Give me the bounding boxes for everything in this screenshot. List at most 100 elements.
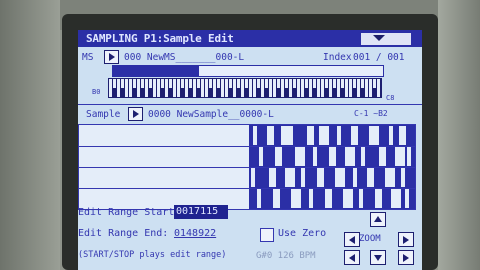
waveform-segment xyxy=(335,168,345,187)
edit-range-end-field[interactable]: 0148922 xyxy=(174,228,216,239)
keyboard-key xyxy=(109,79,112,97)
keyboard-key xyxy=(145,79,148,97)
keyboard-key xyxy=(273,79,276,97)
sample-name[interactable]: 0000 NewSample__0000-L xyxy=(148,109,274,120)
arrow-right-icon xyxy=(403,236,409,244)
keyboard-key xyxy=(169,79,172,88)
edit-range-start-value: 0017115 xyxy=(176,206,219,217)
scroll-left-button[interactable] xyxy=(344,250,360,265)
keyboard-key xyxy=(165,79,168,97)
keyboard-high-label: C8 xyxy=(386,94,395,102)
waveform-segment xyxy=(319,126,329,145)
waveform-track-divider xyxy=(79,167,415,168)
arrow-right-icon xyxy=(403,254,409,262)
waveform-segment xyxy=(291,189,301,208)
zoom-in-button[interactable] xyxy=(398,232,414,247)
tempo-display: G#0 126 BPM xyxy=(256,251,316,261)
keyboard-key xyxy=(297,79,300,97)
keyboard-key xyxy=(257,79,260,88)
waveform-segment xyxy=(329,147,336,166)
keyboard-key xyxy=(181,79,184,88)
waveform-segment xyxy=(325,189,332,208)
scroll-right-button[interactable] xyxy=(398,250,414,265)
sample-play-button[interactable] xyxy=(128,107,143,121)
waveform-segment xyxy=(309,189,313,208)
keyboard-key xyxy=(369,79,372,97)
keyboard-key xyxy=(345,79,348,97)
keyboard-key xyxy=(149,79,152,88)
keyboard-key xyxy=(353,79,356,88)
waveform-segment xyxy=(275,147,282,166)
edit-range-start-field[interactable]: 0017115 xyxy=(174,205,228,219)
waveform-segment xyxy=(295,147,305,166)
keyboard-key xyxy=(241,79,244,97)
zoom-label: ZOOM xyxy=(359,234,381,244)
use-zero-label: Use Zero xyxy=(278,228,327,239)
keyboard-key xyxy=(281,79,284,97)
waveform-segment xyxy=(401,168,405,187)
keyboard-key xyxy=(325,79,328,88)
keyboard-key xyxy=(293,79,296,88)
keyboard-key xyxy=(229,79,232,88)
waveform-segment xyxy=(351,126,358,145)
waveform-segment xyxy=(353,168,357,187)
keyboard-key xyxy=(185,79,188,97)
page-menu-button[interactable] xyxy=(361,33,411,45)
multisample-label: MS xyxy=(82,52,94,63)
keyboard-key xyxy=(117,79,120,97)
waveform-segment xyxy=(405,189,409,208)
keyboard-key xyxy=(305,79,308,88)
keyboard-key xyxy=(197,79,200,88)
keyboard-key xyxy=(301,79,304,97)
keyboard-key xyxy=(193,79,196,97)
waveform-segment xyxy=(253,126,257,145)
multisample-name[interactable]: 000 NewMS_______000-L xyxy=(124,52,244,63)
keyboard-key xyxy=(321,79,324,97)
waveform-track-divider xyxy=(79,188,415,189)
multisample-play-button[interactable] xyxy=(104,50,119,64)
waveform-segment xyxy=(289,126,293,145)
index-value[interactable]: 001 / 001 xyxy=(353,52,404,63)
divider xyxy=(78,104,422,105)
keyboard-key xyxy=(225,79,228,97)
waveform-display[interactable] xyxy=(78,124,416,210)
sample-label: Sample xyxy=(86,109,121,120)
scroll-down-button[interactable] xyxy=(370,250,386,265)
index-label: Index xyxy=(323,52,352,63)
keyboard-map[interactable] xyxy=(108,78,382,98)
scroll-up-button[interactable] xyxy=(370,212,386,227)
keyboard-key xyxy=(209,79,212,88)
keyboard-key xyxy=(113,79,116,88)
waveform-segment xyxy=(367,168,374,187)
arrow-left-icon xyxy=(349,254,355,262)
keyboard-key xyxy=(309,79,312,97)
waveform-segment xyxy=(301,168,305,187)
keyboard-key xyxy=(333,79,336,88)
zoom-out-button[interactable] xyxy=(344,232,360,247)
keyboard-key xyxy=(217,79,220,88)
keyboard-key xyxy=(329,79,332,97)
use-zero-checkbox[interactable] xyxy=(260,228,274,242)
keyboard-key xyxy=(233,79,236,97)
waveform-segment xyxy=(389,126,393,145)
waveform-segment xyxy=(317,168,324,187)
keyboard-key xyxy=(349,79,352,97)
sample-overview-fill xyxy=(113,66,199,76)
waveform-segment xyxy=(273,189,280,208)
waveform-segment xyxy=(269,168,276,187)
waveform-segment xyxy=(313,147,317,166)
keyboard-key xyxy=(157,79,160,97)
arrow-down-icon xyxy=(374,255,382,261)
keyboard-key xyxy=(133,79,136,88)
keyboard-key xyxy=(249,79,252,97)
waveform-segment xyxy=(369,126,379,145)
keyboard-key xyxy=(221,79,224,97)
lcd-screen: SAMPLING P1:Sample Edit MS 000 NewMS____… xyxy=(78,30,422,270)
keyboard-key xyxy=(341,79,344,88)
arrow-up-icon xyxy=(374,216,382,222)
keyboard-key xyxy=(161,79,164,88)
keyboard-key xyxy=(141,79,144,88)
keyboard-key xyxy=(337,79,340,97)
keyboard-key xyxy=(177,79,180,97)
edit-range-start-label: Edit Range Start: xyxy=(78,207,181,218)
